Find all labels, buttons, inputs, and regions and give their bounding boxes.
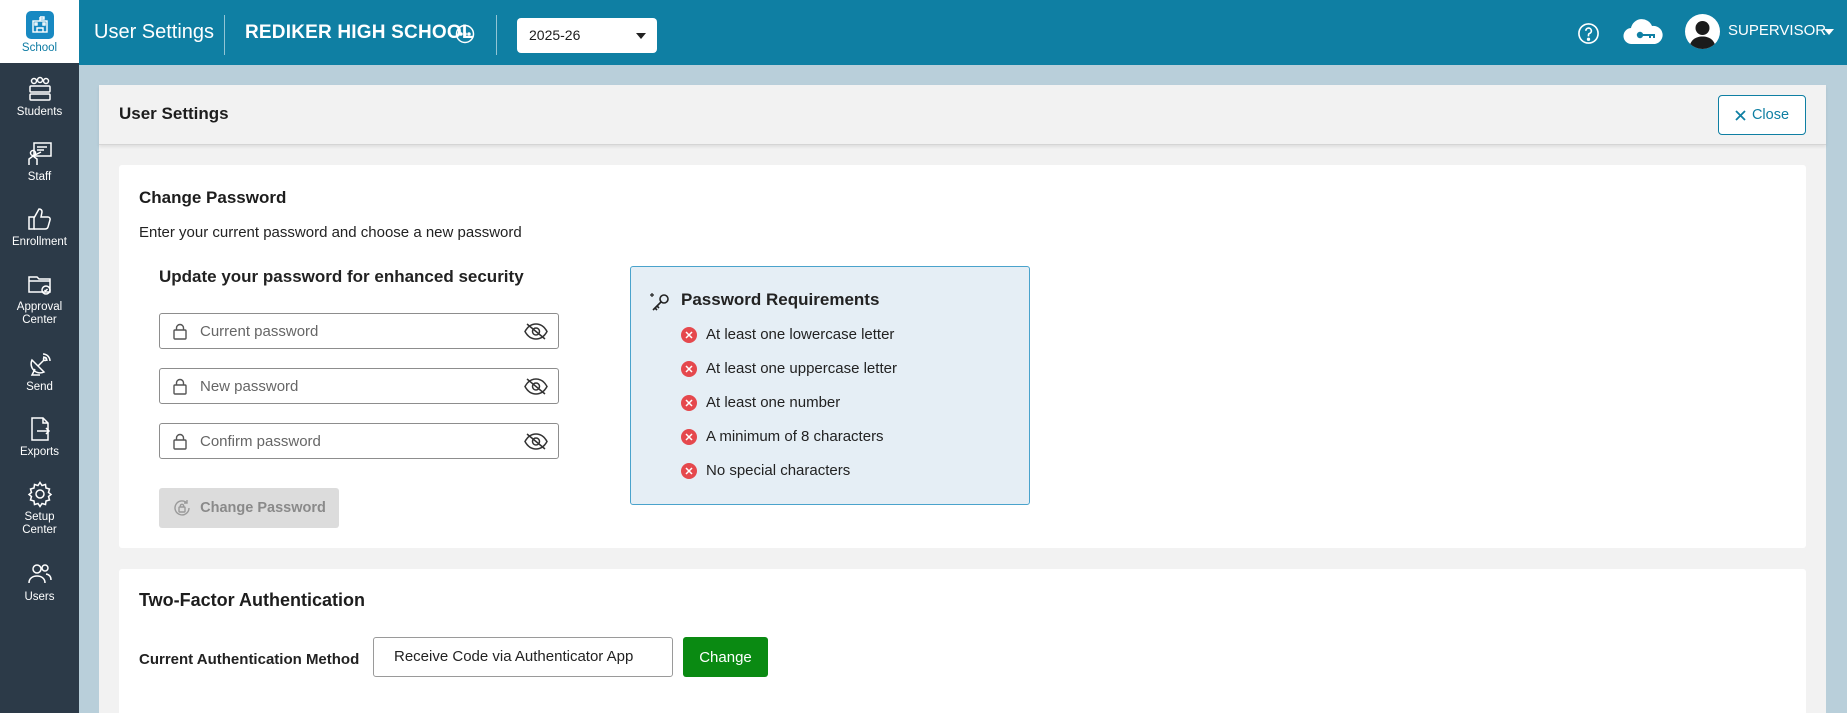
lock-icon — [173, 323, 187, 340]
requirement-item: No special characters — [681, 462, 850, 479]
key-icon — [650, 293, 669, 311]
error-x-icon — [681, 360, 697, 377]
sidebar-item-students[interactable]: Students — [0, 75, 79, 119]
change-password-button[interactable]: Change Password — [159, 488, 339, 528]
requirement-item: A minimum of 8 characters — [681, 428, 884, 445]
sidebar-item-send[interactable]: Send — [0, 350, 79, 394]
students-icon — [28, 76, 51, 101]
sidebar-item-label: Students — [16, 106, 63, 118]
chevron-down-icon[interactable] — [1824, 29, 1834, 35]
export-file-icon — [30, 417, 50, 441]
approval-folder-icon — [27, 276, 51, 295]
sidebar-item-exports[interactable]: Exports — [0, 415, 79, 459]
avatar[interactable] — [1685, 14, 1720, 49]
error-x-icon — [681, 462, 697, 479]
lock-icon — [173, 378, 187, 395]
top-bar: User Settings REDIKER HIGH SCHOOL 2025-2… — [79, 0, 1847, 65]
auth-method-value: Receive Code via Authenticator App — [373, 637, 673, 677]
thumbs-up-icon — [27, 208, 51, 230]
divider — [224, 15, 225, 55]
requirement-item: At least one lowercase letter — [681, 326, 894, 343]
sidebar-item-label: Users — [24, 591, 55, 603]
divider — [496, 15, 497, 55]
current-password-input[interactable] — [200, 319, 510, 343]
user-settings-panel: User Settings Close Change Password Ente… — [99, 85, 1826, 713]
section-title: Two-Factor Authentication — [139, 590, 365, 610]
sidebar-item-label: Enrollment — [12, 236, 67, 248]
eye-slash-icon[interactable] — [524, 432, 548, 451]
requirements-title: Password Requirements — [681, 290, 880, 309]
section-title: Change Password — [139, 188, 287, 207]
sidebar-item-label: Exports — [20, 446, 59, 458]
error-x-icon — [681, 326, 697, 343]
sidebar-item-setup-center[interactable]: Setup Center — [0, 480, 79, 537]
requirement-text: At least one uppercase letter — [706, 360, 897, 377]
sidebar-item-label: School — [21, 42, 58, 54]
sidebar-item-approval-center[interactable]: Approval Center — [0, 270, 79, 327]
sidebar-item-enrollment[interactable]: Enrollment — [0, 205, 79, 249]
school-year-value: 2025-26 — [529, 27, 581, 43]
requirement-text: A minimum of 8 characters — [706, 428, 884, 445]
user-menu[interactable]: SUPERVISOR — [1728, 22, 1826, 39]
change-auth-method-button[interactable]: Change — [683, 637, 768, 677]
chevron-down-icon — [636, 33, 646, 39]
current-password-field[interactable] — [159, 313, 559, 349]
refresh-lock-icon — [174, 500, 190, 516]
sidebar-item-label: Setup Center — [22, 511, 57, 537]
close-label: Close — [1751, 107, 1790, 123]
requirement-item: At least one number — [681, 394, 840, 411]
change-password-label: Change Password — [200, 500, 326, 516]
sidebar-item-label: Send — [26, 381, 53, 393]
staff-icon — [27, 142, 52, 165]
new-password-input[interactable] — [200, 374, 510, 398]
page-title: User Settings — [119, 104, 229, 123]
password-requirements-box: Password Requirements At least one lower… — [630, 266, 1030, 505]
cloud-key-icon[interactable] — [1622, 18, 1664, 48]
section-description: Enter your current password and choose a… — [139, 224, 522, 241]
satellite-dish-icon — [29, 353, 51, 376]
users-icon — [27, 564, 52, 584]
error-x-icon — [681, 394, 697, 411]
sidebar: School Students Staff Enrollment Approva… — [0, 0, 79, 713]
sidebar-item-label: Approval Center — [16, 301, 63, 327]
lock-icon — [173, 433, 187, 450]
eye-slash-icon[interactable] — [524, 377, 548, 396]
user-silhouette-icon — [1689, 21, 1716, 49]
panel-header: User Settings Close — [99, 85, 1826, 145]
new-password-field[interactable] — [159, 368, 559, 404]
change-password-card: Change Password Enter your current passw… — [119, 165, 1806, 548]
sidebar-item-users[interactable]: Users — [0, 560, 79, 604]
school-name: REDIKER HIGH SCHOOL — [245, 22, 474, 43]
two-factor-card: Two-Factor Authentication Current Authen… — [119, 569, 1806, 713]
close-button[interactable]: Close — [1718, 95, 1806, 135]
sidebar-item-school[interactable]: School — [0, 0, 79, 63]
gear-icon — [27, 481, 52, 508]
auth-method-label: Current Authentication Method — [139, 651, 360, 668]
more-options-icon[interactable] — [455, 24, 475, 44]
sidebar-item-label: Staff — [27, 171, 52, 183]
school-icon — [25, 11, 54, 39]
sidebar-item-staff[interactable]: Staff — [0, 140, 79, 184]
form-subheading: Update your password for enhanced securi… — [159, 267, 524, 286]
error-x-icon — [681, 428, 697, 445]
requirement-text: At least one lowercase letter — [706, 326, 895, 343]
requirement-text: No special characters — [706, 462, 851, 479]
eye-slash-icon[interactable] — [524, 322, 548, 341]
school-year-select[interactable]: 2025-26 — [517, 18, 657, 53]
confirm-password-field[interactable] — [159, 423, 559, 459]
requirement-text: At least one number — [706, 394, 841, 411]
close-icon — [1735, 109, 1746, 121]
help-icon[interactable] — [1577, 22, 1600, 45]
requirement-item: At least one uppercase letter — [681, 360, 897, 377]
confirm-password-input[interactable] — [200, 429, 510, 453]
app-title: User Settings — [94, 21, 215, 43]
